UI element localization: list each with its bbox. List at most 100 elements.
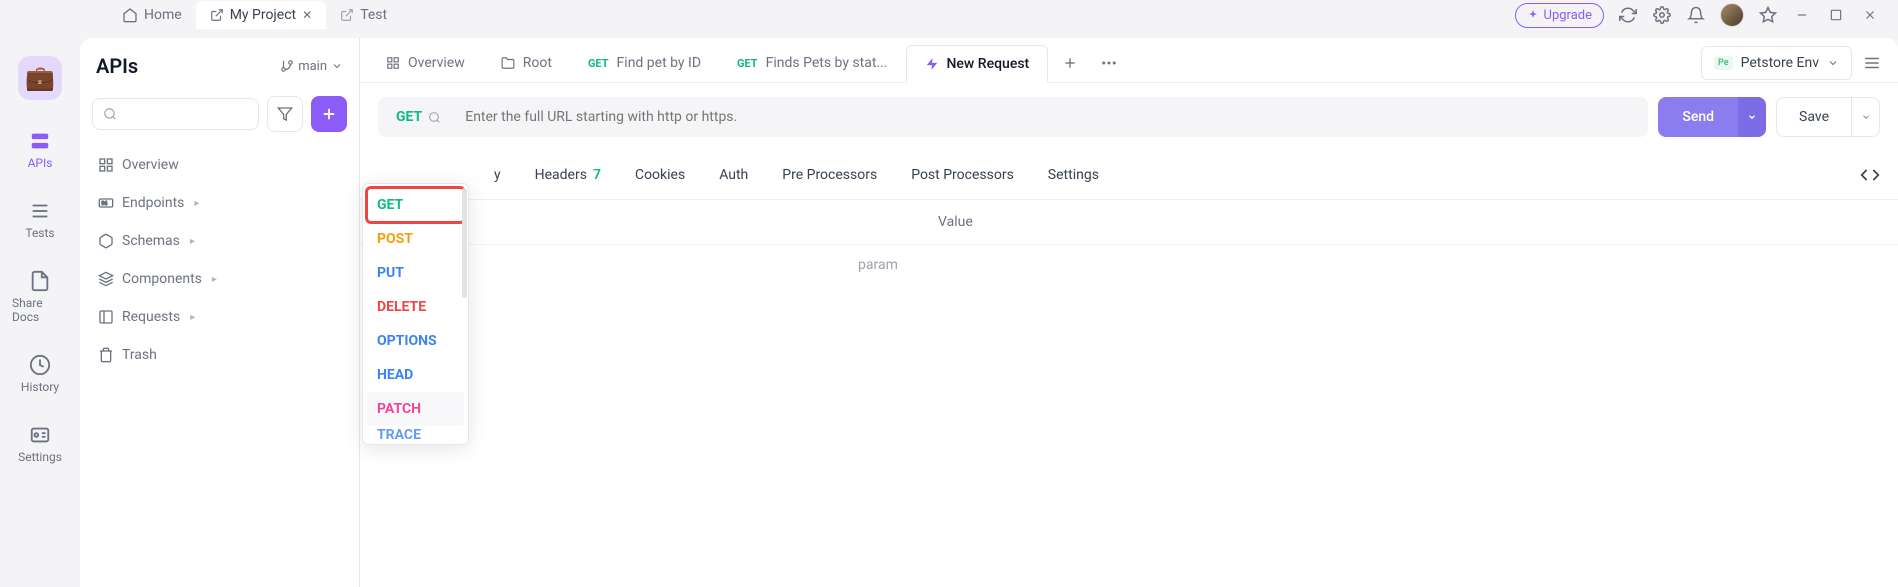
method-opt-label: TRACE bbox=[377, 427, 421, 440]
dropdown-scrollbar[interactable] bbox=[462, 188, 467, 298]
tab-section-settings[interactable]: Settings bbox=[1046, 159, 1101, 191]
close-window-icon[interactable] bbox=[1860, 5, 1880, 25]
tab-auth[interactable]: Auth bbox=[717, 159, 750, 191]
components-icon bbox=[98, 271, 114, 287]
tab-findpets[interactable]: GET Finds Pets by stat... bbox=[719, 45, 905, 81]
save-button[interactable]: Save bbox=[1777, 98, 1851, 136]
search-input[interactable] bbox=[92, 98, 259, 130]
tree-schemas[interactable]: Schemas ▸ bbox=[92, 224, 347, 258]
method-option-post[interactable]: POST bbox=[367, 222, 464, 256]
method-selector[interactable]: GET bbox=[382, 97, 455, 137]
send-button[interactable]: Send bbox=[1658, 97, 1738, 137]
method-option-trace[interactable]: TRACE bbox=[367, 426, 464, 440]
titlebar-tab-home[interactable]: Home bbox=[108, 1, 196, 29]
rail-label: History bbox=[21, 380, 59, 394]
titlebar-tab-test[interactable]: Test bbox=[326, 1, 401, 29]
method-option-options[interactable]: OPTIONS bbox=[367, 324, 464, 358]
rail-sharedocs[interactable]: Share Docs bbox=[8, 264, 72, 330]
tab-post[interactable]: Post Processors bbox=[909, 159, 1016, 191]
tab-root[interactable]: Root bbox=[483, 45, 570, 81]
add-button[interactable] bbox=[311, 96, 347, 132]
url-box: GET bbox=[378, 97, 1648, 137]
minimize-icon[interactable] bbox=[1792, 5, 1812, 25]
close-icon[interactable]: ✕ bbox=[302, 8, 312, 22]
titlebar-tab-myproject[interactable]: My Project ✕ bbox=[196, 1, 327, 29]
rail-settings[interactable]: Settings bbox=[8, 418, 72, 470]
tab-headers[interactable]: Headers 7 bbox=[533, 159, 603, 191]
plus-icon bbox=[1062, 55, 1078, 71]
tab-newrequest[interactable]: New Request bbox=[906, 45, 1049, 83]
tab-label: Overview bbox=[408, 55, 465, 71]
settings-icon bbox=[29, 424, 51, 446]
overview-icon bbox=[386, 56, 400, 70]
add-tab-button[interactable] bbox=[1048, 45, 1092, 81]
left-rail: 💼 APIs Tests Share Docs History bbox=[0, 30, 80, 587]
method-option-delete[interactable]: DELETE bbox=[367, 290, 464, 324]
rail-workspace[interactable]: 💼 bbox=[8, 50, 72, 106]
method-option-get[interactable]: GET bbox=[367, 188, 464, 222]
tree-overview[interactable]: Overview bbox=[92, 148, 347, 182]
svg-text:96: 96 bbox=[101, 201, 107, 207]
bell-icon[interactable] bbox=[1686, 5, 1706, 25]
send-dropdown[interactable] bbox=[1738, 97, 1766, 137]
env-selector[interactable]: Pe Petstore Env bbox=[1701, 46, 1852, 80]
titlebar: Home My Project ✕ Test Upgrade bbox=[0, 0, 1898, 30]
tab-label-suffix: y bbox=[494, 167, 501, 183]
chevron-right-icon: ▸ bbox=[212, 274, 217, 285]
method-dropdown: GET POST PUT DELETE OPTIONS HEAD PATCH T… bbox=[362, 183, 469, 445]
tab-overview[interactable]: Overview bbox=[368, 45, 483, 81]
rail-label: APIs bbox=[28, 156, 53, 170]
gear-icon[interactable] bbox=[1652, 5, 1672, 25]
method-option-head[interactable]: HEAD bbox=[367, 358, 464, 392]
send-button-group: Send bbox=[1658, 97, 1766, 137]
save-dropdown[interactable] bbox=[1851, 98, 1879, 136]
avatar[interactable] bbox=[1720, 3, 1744, 27]
method-label: GET bbox=[396, 109, 422, 125]
rail-tests[interactable]: Tests bbox=[8, 194, 72, 246]
url-input[interactable] bbox=[455, 109, 1644, 125]
tab-findpet[interactable]: GET Find pet by ID bbox=[570, 45, 719, 81]
tree-components[interactable]: Components ▸ bbox=[92, 262, 347, 296]
chevron-down-icon bbox=[1827, 57, 1839, 69]
chevron-right-icon: ▸ bbox=[194, 198, 199, 209]
upgrade-button[interactable]: Upgrade bbox=[1515, 3, 1604, 28]
tree-label: Requests bbox=[122, 309, 180, 325]
more-tabs-button[interactable] bbox=[1092, 44, 1126, 82]
method-option-put[interactable]: PUT bbox=[367, 256, 464, 290]
params-table-row[interactable]: param bbox=[360, 245, 1898, 285]
tab-label: Settings bbox=[1048, 167, 1099, 183]
env-menu-button[interactable] bbox=[1862, 53, 1882, 73]
method-option-patch[interactable]: PATCH bbox=[367, 392, 464, 426]
branch-selector[interactable]: main bbox=[280, 59, 343, 74]
titlebar-tab-label: Home bbox=[144, 7, 182, 23]
tree-label: Overview bbox=[122, 157, 179, 173]
rail-label: Tests bbox=[25, 226, 54, 240]
method-opt-label: GET bbox=[377, 197, 403, 213]
titlebar-tab-label: Test bbox=[360, 7, 387, 23]
rail-apis[interactable]: APIs bbox=[8, 124, 72, 176]
branch-label: main bbox=[298, 59, 327, 74]
rail-history[interactable]: History bbox=[8, 348, 72, 400]
tab-cookies[interactable]: Cookies bbox=[633, 159, 687, 191]
refresh-icon[interactable] bbox=[1618, 5, 1638, 25]
tree-label: Trash bbox=[122, 347, 157, 363]
params-table-head: Value bbox=[360, 200, 1898, 245]
env-badge: Pe bbox=[1714, 56, 1733, 70]
tree-endpoints[interactable]: 96 Endpoints ▸ bbox=[92, 186, 347, 220]
tree-requests[interactable]: Requests ▸ bbox=[92, 300, 347, 334]
share-icon bbox=[29, 270, 51, 292]
tab-label: Headers bbox=[535, 167, 587, 183]
filter-button[interactable] bbox=[267, 96, 303, 132]
pin-icon[interactable] bbox=[1758, 5, 1778, 25]
sidepanel-tree: Overview 96 Endpoints ▸ Schemas ▸ Compon… bbox=[92, 142, 347, 372]
section-tabs: y Headers 7 Cookies Auth Pre Processors … bbox=[360, 151, 1898, 200]
code-snippet-button[interactable] bbox=[1860, 165, 1880, 185]
search-icon bbox=[428, 111, 441, 124]
tree-label: Schemas bbox=[122, 233, 180, 249]
tab-pre[interactable]: Pre Processors bbox=[780, 159, 879, 191]
tab-label: New Request bbox=[947, 56, 1030, 72]
maximize-icon[interactable] bbox=[1826, 5, 1846, 25]
dots-icon bbox=[1100, 54, 1118, 72]
tree-trash[interactable]: Trash bbox=[92, 338, 347, 372]
sparkle-icon bbox=[1527, 9, 1539, 21]
